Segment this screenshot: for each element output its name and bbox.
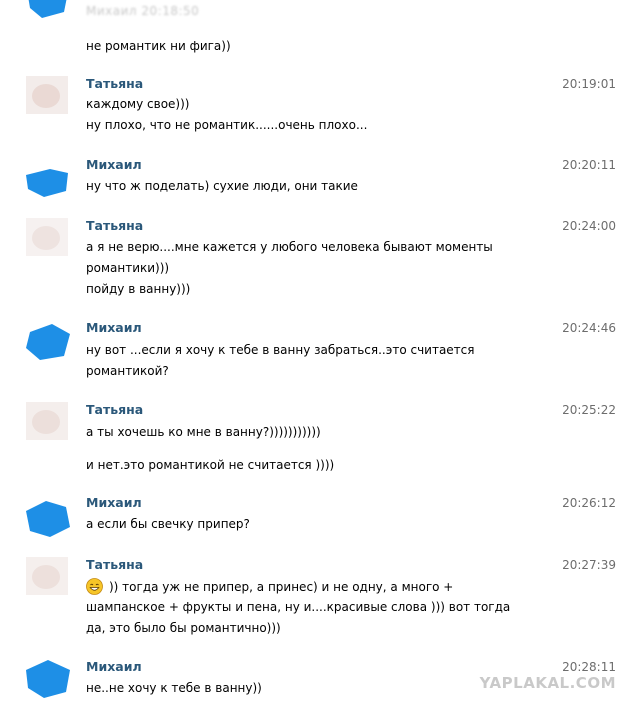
message-line: а я не верю....мне кажется у любого чело… xyxy=(86,240,493,254)
sender-name[interactable]: Татьяна xyxy=(86,557,143,572)
message-line: романтики))) xyxy=(86,261,170,275)
message-line: ну плохо, что не романтик......очень пло… xyxy=(86,118,368,132)
avatar-tatyana-blurred xyxy=(24,218,72,256)
avatar-tatyana-blurred xyxy=(24,402,72,440)
avatar-tatyana-blurred xyxy=(24,76,72,114)
message-line: не..не хочу к тебе в ванну)) xyxy=(86,681,262,695)
message-timestamp: 20:24:46 xyxy=(562,321,616,335)
message-line: ну вот ...если я хочу к тебе в ванну заб… xyxy=(86,343,475,357)
message-timestamp: 20:27:39 xyxy=(562,558,616,572)
avatar-mikhail-redacted xyxy=(24,0,72,20)
message-timestamp: 20:26:12 xyxy=(562,496,616,510)
message-timestamp: 20:19:01 xyxy=(562,77,616,91)
message-line: не романтик ни фига)) xyxy=(86,39,231,53)
message-line: ну что ж поделать) сухие люди, они такие xyxy=(86,179,358,193)
message-text: )) тогда уж не припер, а принес) и не од… xyxy=(109,580,454,594)
message-timestamp: 20:28:11 xyxy=(562,660,616,674)
message-line: а если бы свечку припер? xyxy=(86,517,250,531)
sender-name[interactable]: Михаил xyxy=(86,659,142,674)
watermark: YAPLAKAL.COM xyxy=(479,674,616,692)
message-line: пойду в ванну))) xyxy=(86,282,191,296)
message-timestamp: 20:25:22 xyxy=(562,403,616,417)
avatar-mikhail-redacted xyxy=(24,322,72,360)
message-line: романтикой? xyxy=(86,364,169,378)
sender-name[interactable]: Михаил xyxy=(86,157,142,172)
previous-message-header: Михаил 20:18:50 xyxy=(0,0,640,28)
sender-name[interactable]: Михаил xyxy=(86,495,142,510)
sender-name[interactable]: Татьяна xyxy=(86,218,143,233)
message-line: каждому свое))) xyxy=(86,97,190,111)
avatar-mikhail-redacted xyxy=(24,159,72,197)
message-line: шампанское + фрукты и пена, ну и....крас… xyxy=(86,600,511,614)
smile-emoji-icon xyxy=(86,578,103,595)
sender-name[interactable]: Татьяна xyxy=(86,402,143,417)
message-line: и нет.это романтикой не считается )))) xyxy=(86,458,335,472)
message-line: да, это было бы романтично))) xyxy=(86,621,281,635)
faded-header-text: Михаил 20:18:50 xyxy=(86,4,200,18)
message-line: а ты хочешь ко мне в ванну?))))))))))) xyxy=(86,425,321,439)
avatar-mikhail-redacted xyxy=(24,660,72,698)
sender-name[interactable]: Татьяна xyxy=(86,76,143,91)
sender-name[interactable]: Михаил xyxy=(86,320,142,335)
message-timestamp: 20:20:11 xyxy=(562,158,616,172)
avatar-tatyana-blurred xyxy=(24,557,72,595)
avatar-mikhail-redacted xyxy=(24,499,72,537)
message-line: )) тогда уж не припер, а принес) и не од… xyxy=(86,578,453,595)
message-timestamp: 20:24:00 xyxy=(562,219,616,233)
